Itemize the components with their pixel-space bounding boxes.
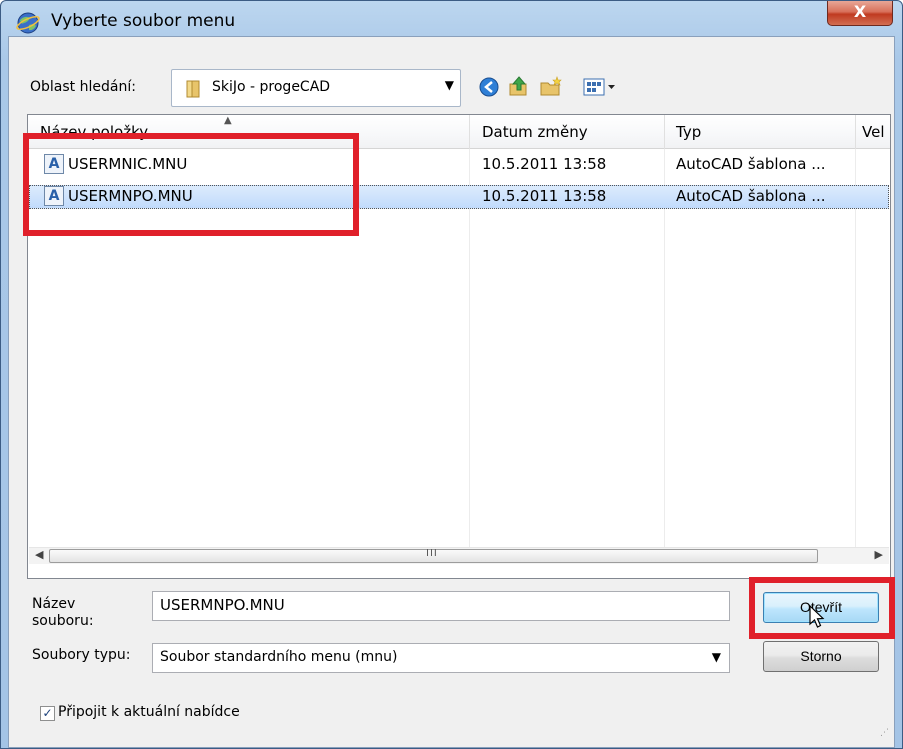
- file-date: 10.5.2011 13:58: [482, 155, 607, 173]
- highlight-box-open: [749, 577, 895, 639]
- column-gridline: [855, 149, 856, 564]
- chevron-down-icon[interactable]: ▼: [712, 650, 721, 664]
- file-type: AutoCAD šablona ...: [676, 187, 826, 205]
- column-header-size[interactable]: Vel: [862, 123, 885, 141]
- append-menu-checkbox[interactable]: ✓: [40, 706, 55, 721]
- look-in-combobox[interactable]: SkiJo - progeCAD ▼: [171, 69, 461, 107]
- column-header-date[interactable]: Datum změny: [482, 123, 588, 141]
- column-header-type[interactable]: Typ: [676, 123, 701, 141]
- column-gridline: [469, 149, 470, 564]
- column-separator: [664, 115, 665, 149]
- scrollbar-thumb[interactable]: III: [49, 548, 818, 563]
- scroll-right-icon[interactable]: ▶: [875, 548, 883, 561]
- file-type-value: Soubor standardního menu (mnu): [160, 649, 398, 665]
- cancel-button[interactable]: Storno: [763, 641, 879, 672]
- chevron-down-icon[interactable]: ▼: [445, 78, 454, 92]
- file-date: 10.5.2011 13:58: [482, 187, 607, 205]
- window-title: Vyberte soubor menu: [51, 11, 236, 31]
- resize-grip-icon[interactable]: ⋰: [880, 728, 889, 738]
- scrollbar-grip: III: [426, 548, 438, 559]
- back-icon[interactable]: [476, 74, 502, 100]
- folder-icon: [186, 80, 200, 98]
- file-name-input[interactable]: USERMNPO.MNU: [152, 591, 730, 621]
- app-globe-icon: [16, 12, 40, 34]
- file-name-label: Název souboru:: [32, 596, 94, 630]
- sort-ascending-icon: ▲: [224, 115, 232, 126]
- file-type-label: Soubory typu:: [32, 647, 131, 663]
- horizontal-scrollbar[interactable]: ◀ III ▶: [29, 547, 889, 564]
- look-in-value: SkiJo - progeCAD: [212, 79, 331, 95]
- file-name-label-line1: Název: [32, 596, 76, 612]
- append-menu-label: Připojit k aktuální nabídce: [58, 704, 240, 720]
- file-type: AutoCAD šablona ...: [676, 155, 826, 173]
- file-type-select[interactable]: Soubor standardního menu (mnu) ▼: [152, 643, 730, 673]
- close-button[interactable]: X: [827, 1, 893, 26]
- file-name-label-line2: souboru:: [32, 613, 94, 629]
- up-folder-icon[interactable]: [506, 74, 532, 100]
- look-in-label: Oblast hledání:: [30, 79, 136, 95]
- column-separator: [469, 115, 470, 149]
- column-gridline: [664, 149, 665, 564]
- column-separator: [855, 115, 856, 149]
- view-menu-icon[interactable]: [582, 74, 620, 100]
- title-bar[interactable]: Vyberte soubor menu X: [1, 1, 902, 39]
- new-folder-icon[interactable]: [538, 74, 564, 100]
- highlight-box-files: [23, 133, 359, 236]
- scroll-left-icon[interactable]: ◀: [35, 548, 43, 561]
